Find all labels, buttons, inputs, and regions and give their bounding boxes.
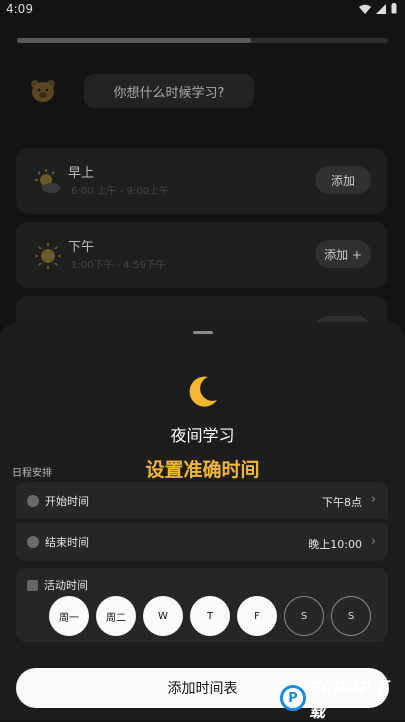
status-time: 4:09 [6,2,33,16]
promo-caption: 设置准确时间 [145,459,260,481]
sheet-drag-handle[interactable] [193,331,213,334]
status-icons [359,3,397,14]
day-toggle-sat[interactable]: S [284,596,324,636]
day-toggle-thu[interactable]: T [190,596,230,636]
battery-icon [391,3,397,14]
sun-icon [35,243,61,269]
day-toggle-fri[interactable]: F [237,596,277,636]
start-time-label: 开始时间 [45,495,89,508]
crescent-moon-icon [189,376,217,407]
bottom-sheet: 夜间学习 日程安排 设置准确时间 开始时间 下午8点 › 结束时间 晚上10:0… [0,322,405,720]
slot-range: 1:00下午 - 4:59下午 [71,260,166,271]
question-bubble: 你想什么时候学习? [84,74,254,108]
pcpop-logo-icon: P [280,685,306,711]
day-toggle-wed[interactable]: W [143,596,183,636]
bear-mascot-icon [31,80,55,102]
chevron-right-icon: › [370,492,376,507]
add-afternoon-button[interactable]: 添加 + [315,240,371,268]
slot-name: 下午 [68,240,95,255]
start-time-row[interactable]: 开始时间 下午8点 › [16,482,388,519]
slot-range: 6:00 上午 - 9:00上午 [71,186,170,197]
day-toggle-sun[interactable]: S [331,596,371,636]
calendar-icon [27,580,38,591]
add-morning-button[interactable]: 添加 [315,166,371,194]
end-time-row[interactable]: 结束时间 晚上10:00 › [16,523,388,561]
slot-name: 早上 [68,166,95,181]
time-slot-morning[interactable]: 早上 6:00 上午 - 9:00上午 添加 [16,148,387,214]
activity-days-card: 活动时间 周一 周二 W T F S S [16,568,388,642]
clock-icon [27,536,39,548]
wifi-icon [359,4,371,14]
day-toggle-mon[interactable]: 周一 [49,596,89,636]
clock-icon [27,495,39,507]
onboarding-progress-bar [17,38,388,43]
time-slot-afternoon[interactable]: 下午 1:00下午 - 4:59下午 添加 + [16,222,387,288]
pcpop-watermark: P PCPOP下载 [280,678,405,721]
end-time-label: 结束时间 [45,536,89,549]
activity-label: 活动时间 [44,579,88,592]
day-toggle-tue[interactable]: 周二 [96,596,136,636]
sun-cloud-icon [35,169,60,193]
end-time-value: 晚上10:00 [308,538,362,551]
start-time-value: 下午8点 [322,496,362,509]
chevron-right-icon: › [370,534,376,549]
sheet-title: 夜间学习 [170,426,235,445]
progress-fill [17,38,251,43]
status-bar: 4:09 [0,0,405,22]
signal-icon [376,3,386,14]
watermark-text: PCPOP下载 [309,678,389,721]
